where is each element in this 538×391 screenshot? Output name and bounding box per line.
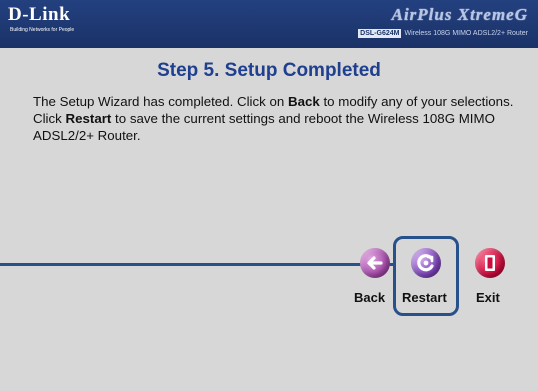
back-arrow-icon: [360, 248, 390, 278]
header-banner: D-Link Building Networks for People AirP…: [0, 0, 538, 48]
restart-label: Restart: [402, 290, 447, 305]
restart-swirl-icon: [411, 248, 441, 278]
desc-part-1: The Setup Wizard has completed. Click on: [33, 94, 288, 109]
back-button[interactable]: Back: [352, 248, 398, 308]
exit-button[interactable]: Exit: [470, 248, 510, 308]
back-label: Back: [354, 290, 386, 305]
exit-label: Exit: [476, 290, 500, 305]
wizard-panel: Step 5. Setup Completed The Setup Wizard…: [0, 48, 538, 391]
product-brand: AirPlus XtremeG: [392, 6, 528, 24]
exit-door-icon: [475, 248, 505, 278]
wizard-description: The Setup Wizard has completed. Click on…: [33, 93, 523, 144]
page-title: Step 5. Setup Completed: [157, 60, 381, 81]
restart-button[interactable]: Restart: [398, 244, 456, 310]
model-line: DSL-G624M Wireless 108G MIMO ADSL2/2+ Rou…: [358, 29, 528, 38]
callout-line: [0, 263, 395, 266]
brand-text: AirPlus XtremeG: [391, 5, 528, 24]
desc-back-word: Back: [287, 94, 320, 109]
logo-tagline: Building Networks for People: [10, 27, 75, 33]
dlink-logo: D-Link: [8, 4, 71, 25]
model-description: Wireless 108G MIMO ADSL2/2+ Router: [404, 30, 528, 37]
model-badge: DSL-G624M: [358, 29, 402, 38]
desc-restart-word: Restart: [65, 111, 112, 126]
